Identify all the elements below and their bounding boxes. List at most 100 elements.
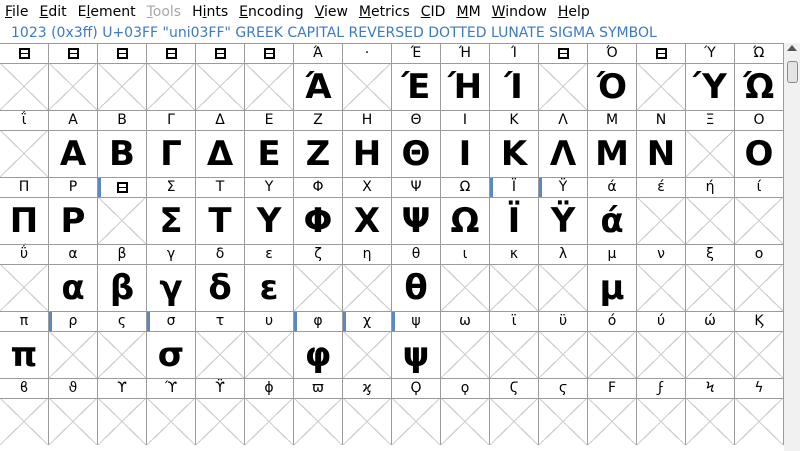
glyph-cell[interactable] xyxy=(49,398,98,445)
glyph-label[interactable]: Δ xyxy=(196,110,245,130)
glyph-label[interactable] xyxy=(196,43,245,63)
glyph-cell[interactable]: Μ xyxy=(588,130,637,177)
glyph-label[interactable]: ϊ xyxy=(490,311,539,331)
glyph-label[interactable] xyxy=(0,43,49,63)
glyph-cell[interactable] xyxy=(539,264,588,311)
glyph-cell[interactable]: Χ xyxy=(343,197,392,244)
glyph-cell[interactable]: Δ xyxy=(196,130,245,177)
glyph-cell[interactable] xyxy=(490,398,539,445)
glyph-cell[interactable] xyxy=(196,63,245,110)
glyph-cell[interactable]: π xyxy=(0,331,49,378)
glyph-label[interactable]: Ύ xyxy=(686,43,735,63)
glyph-label[interactable]: ϙ xyxy=(441,378,490,398)
glyph-label[interactable]: ί xyxy=(735,177,784,197)
glyph-label[interactable]: υ xyxy=(245,311,294,331)
glyph-cell[interactable]: Ω xyxy=(441,197,490,244)
glyph-label[interactable]: Ά xyxy=(294,43,343,63)
glyph-cell[interactable]: Κ xyxy=(490,130,539,177)
glyph-cell[interactable] xyxy=(490,331,539,378)
glyph-label[interactable]: Ο xyxy=(735,110,784,130)
glyph-label[interactable]: ϖ xyxy=(294,378,343,398)
glyph-label[interactable]: ν xyxy=(637,244,686,264)
glyph-cell[interactable] xyxy=(392,398,441,445)
glyph-label[interactable]: Ή xyxy=(441,43,490,63)
glyph-cell[interactable]: Ρ xyxy=(49,197,98,244)
glyph-cell[interactable] xyxy=(735,197,784,244)
glyph-label[interactable]: μ xyxy=(588,244,637,264)
glyph-cell[interactable]: Ύ xyxy=(686,63,735,110)
glyph-cell[interactable] xyxy=(245,331,294,378)
glyph-cell[interactable]: Ν xyxy=(637,130,686,177)
glyph-cell[interactable]: Θ xyxy=(392,130,441,177)
glyph-label[interactable]: Υ xyxy=(245,177,294,197)
glyph-label[interactable]: Μ xyxy=(588,110,637,130)
glyph-cell[interactable] xyxy=(0,130,49,177)
glyph-cell[interactable]: Ά xyxy=(294,63,343,110)
glyph-label[interactable]: ϐ xyxy=(0,378,49,398)
glyph-label[interactable]: ε xyxy=(245,244,294,264)
glyph-cell[interactable] xyxy=(539,398,588,445)
glyph-cell[interactable] xyxy=(686,264,735,311)
glyph-label[interactable]: ϒ xyxy=(98,378,147,398)
glyph-cell[interactable] xyxy=(245,398,294,445)
glyph-cell[interactable]: δ xyxy=(196,264,245,311)
glyph-label[interactable] xyxy=(98,43,147,63)
glyph-cell[interactable] xyxy=(98,331,147,378)
glyph-label[interactable] xyxy=(637,43,686,63)
glyph-label[interactable]: Τ xyxy=(196,177,245,197)
glyph-label[interactable]: · xyxy=(343,43,392,63)
menu-mm[interactable]: MM xyxy=(453,0,483,24)
glyph-cell[interactable] xyxy=(294,264,343,311)
glyph-cell[interactable]: ψ xyxy=(392,331,441,378)
glyph-label[interactable]: Λ xyxy=(539,110,588,130)
glyph-label[interactable]: ϗ xyxy=(343,378,392,398)
glyph-cell[interactable]: Γ xyxy=(147,130,196,177)
glyph-label[interactable] xyxy=(539,43,588,63)
glyph-label[interactable]: ή xyxy=(686,177,735,197)
glyph-label[interactable]: Κ xyxy=(490,110,539,130)
glyph-cell[interactable] xyxy=(686,130,735,177)
glyph-cell[interactable]: Ή xyxy=(441,63,490,110)
glyph-label[interactable]: Ε xyxy=(245,110,294,130)
glyph-cell[interactable] xyxy=(343,331,392,378)
glyph-label[interactable]: ϓ xyxy=(147,378,196,398)
glyph-cell[interactable]: Λ xyxy=(539,130,588,177)
menu-edit[interactable]: Edit xyxy=(36,0,69,24)
glyph-cell[interactable]: γ xyxy=(147,264,196,311)
glyph-label[interactable]: λ xyxy=(539,244,588,264)
glyph-cell[interactable]: Η xyxy=(343,130,392,177)
glyph-label[interactable]: Ϊ xyxy=(490,177,539,197)
glyph-label[interactable]: ϕ xyxy=(245,378,294,398)
glyph-cell[interactable] xyxy=(49,331,98,378)
glyph-cell[interactable] xyxy=(686,398,735,445)
menu-help[interactable]: Help xyxy=(555,0,593,24)
glyph-cell[interactable] xyxy=(147,63,196,110)
glyph-label[interactable]: ϔ xyxy=(196,378,245,398)
glyph-label[interactable] xyxy=(49,43,98,63)
glyph-cell[interactable]: Ό xyxy=(588,63,637,110)
glyph-cell[interactable] xyxy=(735,331,784,378)
glyph-label[interactable]: Ψ xyxy=(392,177,441,197)
glyph-label[interactable]: Ώ xyxy=(735,43,784,63)
glyph-cell[interactable]: Φ xyxy=(294,197,343,244)
glyph-label[interactable]: Ω xyxy=(441,177,490,197)
glyph-label[interactable]: α xyxy=(49,244,98,264)
glyph-label[interactable]: Ι xyxy=(441,110,490,130)
glyph-cell[interactable] xyxy=(343,398,392,445)
glyph-label[interactable]: χ xyxy=(343,311,392,331)
glyph-cell[interactable] xyxy=(637,398,686,445)
glyph-cell[interactable]: ά xyxy=(588,197,637,244)
glyph-label[interactable]: ά xyxy=(588,177,637,197)
glyph-cell[interactable] xyxy=(147,398,196,445)
glyph-label[interactable]: ϝ xyxy=(637,378,686,398)
glyph-label[interactable]: ΐ xyxy=(0,110,49,130)
glyph-cell[interactable] xyxy=(588,398,637,445)
glyph-label[interactable]: Φ xyxy=(294,177,343,197)
glyph-label[interactable]: Έ xyxy=(392,43,441,63)
glyph-label[interactable]: ϑ xyxy=(49,378,98,398)
scroll-up-arrow-icon[interactable] xyxy=(787,45,797,51)
glyph-label[interactable]: ς xyxy=(98,311,147,331)
glyph-cell[interactable]: Ι xyxy=(441,130,490,177)
glyph-cell[interactable] xyxy=(637,197,686,244)
glyph-cell[interactable]: Τ xyxy=(196,197,245,244)
